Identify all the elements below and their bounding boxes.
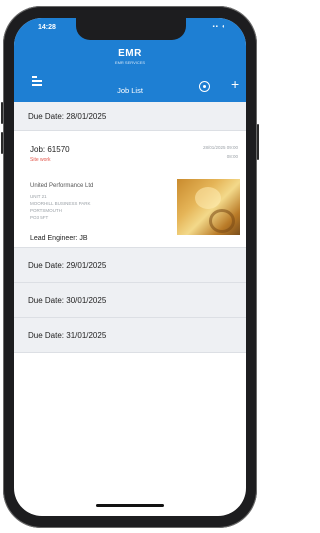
app-logo-subtitle: EMR SERVICES [114,60,146,65]
screen: 14:28 ▪▪ ◖ EMR EMR SERVICES Job List + D… [14,18,246,516]
app-logo: EMR [118,48,142,59]
volume-button [1,132,3,154]
home-indicator[interactable] [96,504,164,507]
date-group-header[interactable]: Due Date: 30/01/2025 [14,283,246,318]
job-meta-line: 08:00 [226,154,238,159]
address-line: PO3 5FT [30,215,49,220]
address-line: PORTSMOUTH [30,208,62,213]
job-meta: 28/01/2025 09:00 08:00 [203,145,238,163]
address-line: UNIT 21 [30,194,47,199]
phone-frame: 14:28 ▪▪ ◖ EMR EMR SERVICES Job List + D… [1,6,259,528]
date-group-header[interactable]: Due Date: 29/01/2025 [14,248,246,283]
filter-icon[interactable] [199,81,210,92]
lead-engineer: Lead Engineer: JB [30,235,88,242]
app-header: 14:28 ▪▪ ◖ EMR EMR SERVICES Job List + [14,18,246,102]
company-name: United Performance Ltd [30,183,94,189]
power-button [257,124,259,160]
job-thumbnail[interactable] [177,179,240,235]
date-group-label: Due Date: 29/01/2025 [28,260,107,270]
date-group-label: Due Date: 30/01/2025 [28,295,107,305]
job-list: Due Date: 28/01/2025 Job: 61570 Site wor… [14,102,246,353]
date-group-label: Due Date: 28/01/2025 [28,111,107,121]
job-card[interactable]: Job: 61570 Site work 28/01/2025 09:00 08… [14,131,246,248]
job-status: Site work [30,157,51,163]
volume-button [1,102,3,124]
date-group-header[interactable]: Due Date: 28/01/2025 [14,102,246,131]
job-number: Job: 61570 [30,145,70,154]
page-title: Job List [117,86,143,95]
notch [76,18,186,40]
add-icon[interactable]: + [231,77,239,91]
date-group-label: Due Date: 31/01/2025 [28,330,107,340]
status-icons: ▪▪ ◖ [212,24,226,30]
date-group-header[interactable]: Due Date: 31/01/2025 [14,318,246,353]
status-time: 14:28 [38,24,56,31]
address-line: MOORHILL BUSINESS PARK [30,201,91,206]
company-address: UNIT 21 MOORHILL BUSINESS PARK PORTSMOUT… [30,193,91,221]
job-meta-line: 28/01/2025 09:00 [202,145,238,150]
